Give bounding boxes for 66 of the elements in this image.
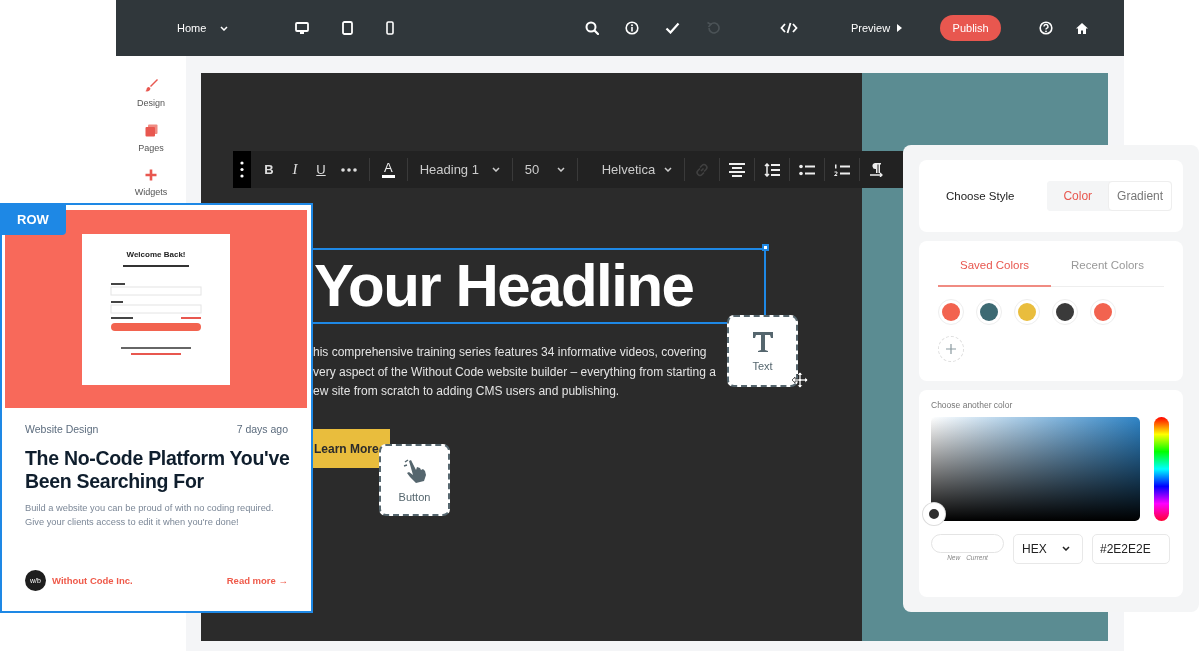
- chevron-down-icon: [663, 167, 672, 172]
- line-height-icon[interactable]: [763, 162, 780, 177]
- sidebar-item[interactable]: Pages: [138, 124, 164, 153]
- underline-button[interactable]: U: [315, 162, 327, 177]
- body-text-line: ew site from scratch to adding CMS users and publishing.: [313, 383, 621, 400]
- code-icon[interactable]: [780, 22, 798, 34]
- dropdown[interactable]: Heading 1: [419, 162, 500, 177]
- check-icon[interactable]: [665, 22, 680, 34]
- sidebar-item[interactable]: Widgets: [134, 169, 168, 197]
- bullet-list-icon[interactable]: [798, 163, 815, 176]
- hue-strip[interactable]: [1154, 416, 1169, 521]
- card-title: The No-Code Platform You've Been Searching For: [24, 446, 291, 493]
- desktop-icon[interactable]: [295, 22, 309, 34]
- preview-button[interactable]: Preview: [851, 22, 903, 34]
- read-more-link[interactable]: Read more →: [226, 575, 288, 586]
- phone-icon[interactable]: [386, 21, 394, 35]
- home-icon[interactable]: [1075, 21, 1090, 35]
- serif-t-icon: [751, 330, 774, 353]
- brush-icon: [144, 78, 158, 92]
- text-color-button[interactable]: A: [382, 161, 395, 178]
- card-description: Build a website you can be proud of with no coding required. Give your clients access to edit it when you're done!: [24, 502, 275, 529]
- pointer-hand-icon: [401, 457, 428, 484]
- drag-handle-icon[interactable]: [233, 151, 251, 188]
- learn-more-button[interactable]: Learn More: [312, 429, 390, 468]
- pages-icon: [144, 124, 158, 137]
- publish-button[interactable]: Publish: [940, 15, 1002, 41]
- dropdown[interactable]: Helvetica: [601, 162, 672, 177]
- dropdown[interactable]: 50: [524, 162, 565, 177]
- chevron-down-icon: [556, 167, 565, 172]
- picker-label: Choose another color: [931, 399, 1014, 410]
- picker-handle[interactable]: [923, 502, 945, 525]
- help-icon[interactable]: [1039, 21, 1054, 35]
- page-dropdown[interactable]: Home: [177, 22, 295, 34]
- post-date: 7 days ago: [236, 423, 288, 435]
- plus-icon: [145, 169, 157, 181]
- widget-tile[interactable]: Button: [379, 444, 450, 516]
- body-text-line: his comprehensive training series features 34 informative videos, covering: [313, 344, 708, 361]
- sidebar-item[interactable]: Design: [137, 78, 165, 108]
- body-text-line: very aspect of the Without Code website builder – everything from starting a: [313, 363, 716, 381]
- plus-icon: [946, 344, 956, 355]
- style-label: Choose Style: [946, 190, 1015, 203]
- chevron-down-icon: [491, 167, 500, 172]
- widget-tile[interactable]: Text: [727, 315, 798, 387]
- chevron-down-icon: [1062, 546, 1070, 552]
- info-icon[interactable]: [625, 21, 639, 35]
- search-icon[interactable]: [585, 21, 599, 35]
- bold-button[interactable]: B: [263, 162, 275, 177]
- hex-input[interactable]: #2E2E2E: [1092, 533, 1170, 564]
- more-icon[interactable]: [341, 167, 357, 172]
- format-dropdown[interactable]: HEX: [1013, 533, 1083, 564]
- align-center-icon[interactable]: [728, 162, 745, 177]
- color-tab[interactable]: Saved Colors: [938, 241, 1051, 288]
- tablet-icon[interactable]: [342, 21, 353, 35]
- paragraph-icon[interactable]: [868, 162, 883, 177]
- color-gradient-area[interactable]: [931, 416, 1140, 521]
- login-title: Welcome Back!: [126, 249, 186, 259]
- row-tag: ROW: [0, 203, 66, 235]
- author-name: Without Code Inc.: [52, 575, 133, 586]
- italic-button[interactable]: I: [289, 161, 301, 178]
- numbered-list-icon[interactable]: [833, 163, 850, 176]
- category-label: Website Design: [25, 423, 99, 435]
- move-cursor-icon: [792, 372, 808, 388]
- style-option[interactable]: Gradient: [1108, 181, 1173, 212]
- play-icon: [897, 24, 903, 32]
- chevron-down-icon: [220, 25, 229, 31]
- resize-handle[interactable]: [762, 244, 769, 251]
